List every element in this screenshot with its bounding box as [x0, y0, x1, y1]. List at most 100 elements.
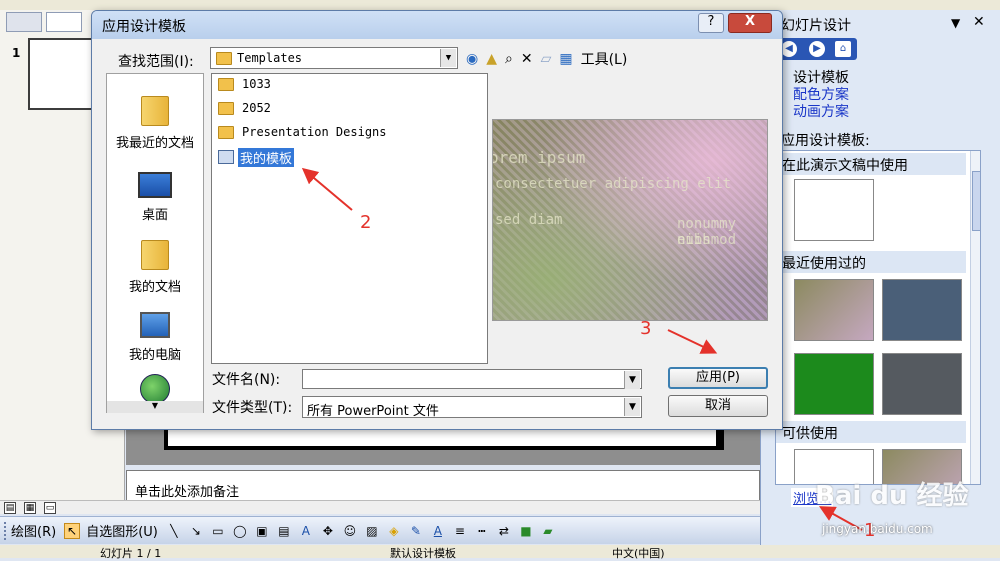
forward-icon[interactable]: ▶	[809, 41, 825, 57]
lookin-label: 查找范围(I):	[118, 54, 194, 70]
tools-menu[interactable]: 工具(L)	[581, 49, 628, 69]
cancel-button[interactable]: 取消	[668, 395, 768, 417]
dialog-toolbar: ◉ ▲ ⌕ ✕ ▱ ▦ 工具(L)	[466, 49, 635, 69]
dialog-title: 应用设计模板	[102, 19, 186, 35]
back-icon[interactable]: ◉	[466, 51, 478, 67]
normal-view-icon[interactable]: ▤	[4, 502, 16, 514]
line-icon[interactable]: ╲	[166, 523, 182, 539]
apply-design-template-dialog: 应用设计模板 ? X 查找范围(I): Templates ▼ ◉ ▲ ⌕ ✕ …	[91, 10, 783, 430]
file-name: 1033	[242, 77, 271, 91]
dialog-titlebar[interactable]: 应用设计模板 ? X	[92, 11, 782, 39]
sorter-view-icon[interactable]: ▦	[24, 502, 36, 514]
recent-docs-icon	[141, 96, 169, 126]
taskpane-menu-icon[interactable]: ▼	[951, 16, 960, 30]
dropdown-arrow-icon[interactable]: ▼	[624, 371, 640, 389]
file-name: 我的模板	[238, 147, 295, 167]
status-language: 中文(中国)	[612, 547, 665, 560]
help-button[interactable]: ?	[698, 13, 724, 33]
diagram-icon[interactable]: ✥	[320, 523, 336, 539]
toolbar-grip[interactable]	[4, 521, 7, 540]
line-color-icon[interactable]: ✎	[408, 523, 424, 539]
file-item-selected[interactable]: 我的模板	[218, 147, 295, 167]
arrow-icon[interactable]: ↘	[188, 523, 204, 539]
template-thumb-default[interactable]	[794, 179, 874, 241]
oval-icon[interactable]: ◯	[232, 523, 248, 539]
file-name: Presentation Designs	[242, 125, 387, 139]
title-bar-strip	[0, 0, 1000, 10]
close-button[interactable]: X	[728, 13, 772, 33]
line-style-icon[interactable]: ≡	[452, 523, 468, 539]
textbox-icon[interactable]: ▣	[254, 523, 270, 539]
taskpane-title: 幻灯片设计	[781, 18, 851, 34]
wordart-icon[interactable]: A	[298, 523, 314, 539]
lookin-value: Templates	[237, 51, 303, 65]
file-item[interactable]: Presentation Designs	[218, 122, 387, 142]
dash-style-icon[interactable]: ┅	[474, 523, 490, 539]
network-globe-icon	[140, 374, 170, 404]
file-list: 1033 2052 Presentation Designs 我的模板	[211, 73, 488, 364]
section-available: 可供使用	[776, 421, 966, 443]
arrow-style-icon[interactable]: ⇄	[496, 523, 512, 539]
place-my-computer[interactable]: 我的电脑	[107, 312, 203, 363]
watermark-logo: Bai du 经验	[815, 481, 969, 511]
slides-tab[interactable]	[46, 12, 82, 32]
slideshow-view-icon[interactable]: ▭	[44, 502, 56, 514]
view-buttons-bar: ▤ ▦ ▭	[0, 500, 760, 514]
apply-button[interactable]: 应用(P)	[668, 367, 768, 389]
folder-icon	[218, 125, 234, 139]
picture-icon[interactable]: ▨	[364, 523, 380, 539]
filetype-dropdown[interactable]: 所有 PowerPoint 文件 ▼	[302, 396, 642, 419]
clipart-icon[interactable]: ☺	[342, 523, 358, 539]
status-bar: 幻灯片 1 / 1 默认设计模板 中文(中国)	[0, 545, 1000, 560]
template-thumb-gray[interactable]	[882, 353, 962, 415]
shadow-icon[interactable]: ■	[518, 523, 534, 539]
taskpane-close-icon[interactable]: ✕	[973, 14, 985, 30]
preview-line: consectetuer adipiscing elit	[495, 176, 732, 192]
draw-menu[interactable]: 绘图(R)	[11, 521, 56, 540]
template-thumb-slate[interactable]	[882, 279, 962, 341]
dropdown-arrow-icon[interactable]: ▼	[624, 398, 640, 416]
folder-icon	[218, 77, 234, 91]
apply-template-label: 应用设计模板:	[781, 133, 870, 149]
dropdown-arrow-icon[interactable]: ▼	[440, 49, 456, 67]
3d-icon[interactable]: ▰	[540, 523, 556, 539]
file-item[interactable]: 1033	[218, 74, 271, 94]
file-name: 2052	[242, 101, 271, 115]
views-icon[interactable]: ▦	[559, 51, 572, 67]
home-icon[interactable]: ⌂	[835, 41, 851, 57]
drawing-toolbar: 绘图(R) ↖ 自选图形(U) ╲ ↘ ▭ ◯ ▣ ▤ A ✥ ☺ ▨ ◈ ✎ …	[0, 516, 770, 544]
scroll-thumb[interactable]	[972, 171, 980, 231]
gallery-scrollbar[interactable]	[970, 151, 980, 484]
place-recent[interactable]: 我最近的文档	[107, 96, 203, 151]
template-thumb-pink[interactable]	[794, 279, 874, 341]
outline-tab[interactable]	[6, 12, 42, 32]
status-design: 默认设计模板	[390, 547, 456, 560]
select-pointer-icon[interactable]: ↖	[64, 522, 81, 539]
link-animation-schemes[interactable]: 动画方案	[793, 101, 849, 121]
autoshape-menu[interactable]: 自选图形(U)	[86, 521, 158, 540]
my-documents-icon	[141, 240, 169, 270]
place-my-documents[interactable]: 我的文档	[107, 240, 203, 295]
place-desktop[interactable]: 桌面	[107, 172, 203, 223]
file-item[interactable]: 2052	[218, 98, 271, 118]
places-scroll-down-icon[interactable]: ▼	[107, 401, 203, 413]
slide-design-taskpane: 幻灯片设计 ▼ ✕ ◀ ▶ ⌂ 设计模板 配色方案 动画方案 应用设计模板: 在…	[760, 10, 1000, 545]
places-bar: 我最近的文档 桌面 我的文档 我的电脑 ▼	[106, 73, 204, 413]
search-web-icon[interactable]: ⌕	[505, 51, 513, 67]
filetype-label: 文件类型(T):	[212, 400, 293, 416]
new-folder-icon[interactable]: ▱	[541, 51, 552, 67]
back-icon[interactable]: ◀	[781, 41, 797, 57]
lookin-dropdown[interactable]: Templates ▼	[210, 47, 458, 69]
place-desktop-label: 桌面	[141, 208, 168, 223]
fill-color-icon[interactable]: ◈	[386, 523, 402, 539]
place-mycomputer-label: 我的电脑	[128, 348, 181, 363]
delete-icon[interactable]: ✕	[521, 51, 533, 67]
rectangle-icon[interactable]: ▭	[210, 523, 226, 539]
place-mydocs-label: 我的文档	[128, 280, 181, 295]
up-folder-icon[interactable]: ▲	[486, 51, 497, 67]
template-thumb-green[interactable]	[794, 353, 874, 415]
font-color-icon[interactable]: A	[430, 523, 446, 539]
filename-input[interactable]: ▼	[302, 369, 642, 389]
vertical-textbox-icon[interactable]: ▤	[276, 523, 292, 539]
template-icon	[218, 150, 234, 164]
